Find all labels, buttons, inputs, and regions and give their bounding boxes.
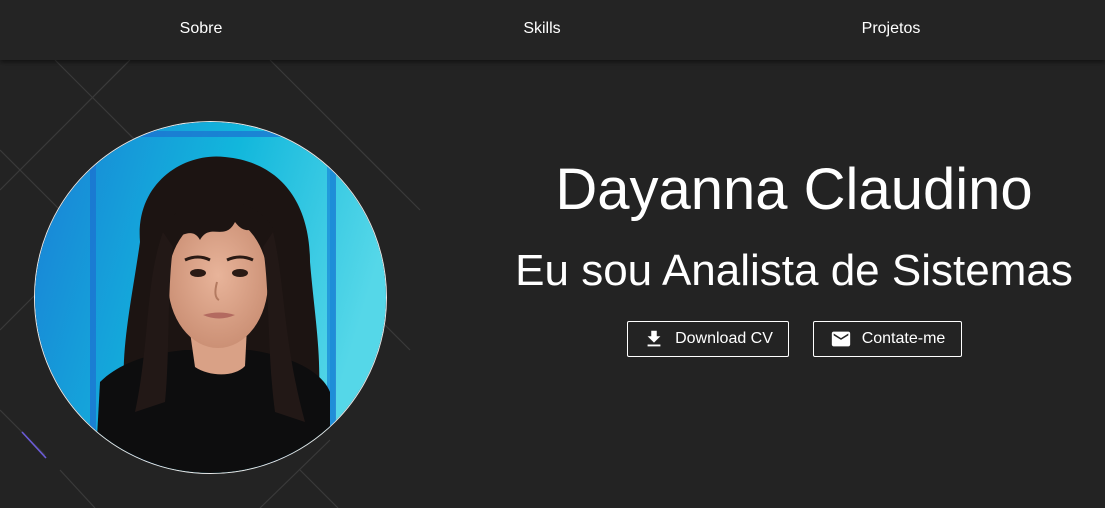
contact-label: Contate-me: [861, 330, 946, 347]
profile-photo-illustration: [35, 122, 386, 473]
contact-button[interactable]: Contate-me: [813, 321, 962, 357]
top-navbar: Sobre Skills Projetos: [0, 0, 1105, 60]
hero-role-text: Eu sou Analista de Sistemas: [515, 246, 1073, 295]
profile-avatar: [34, 121, 387, 474]
hero-name-text: Dayanna Claudino: [555, 157, 1033, 222]
page: Sobre Skills Projetos Dayanna Claudino E…: [0, 0, 1105, 508]
nav-item-projetos[interactable]: Projetos: [862, 0, 921, 58]
download-cv-button[interactable]: Download CV: [627, 321, 789, 357]
nav-item-skills[interactable]: Skills: [523, 0, 560, 58]
mail-icon: [830, 328, 852, 350]
download-cv-label: Download CV: [675, 330, 773, 347]
download-icon: [643, 328, 665, 350]
nav-item-sobre[interactable]: Sobre: [180, 0, 223, 58]
